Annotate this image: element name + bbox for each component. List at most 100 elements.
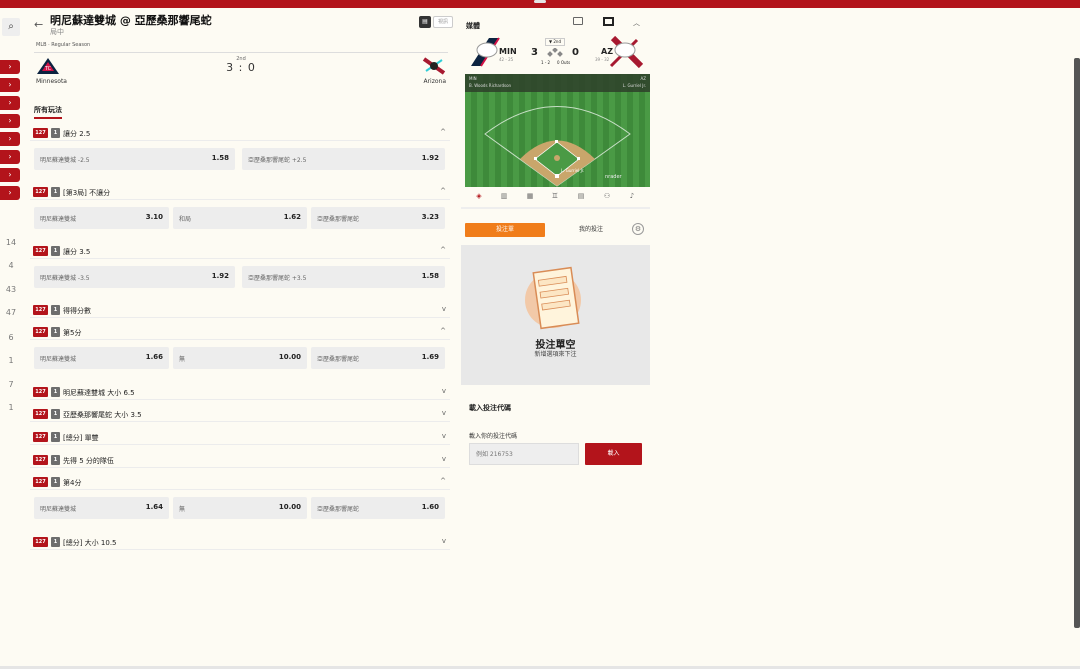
visualization-button[interactable]: 視訊 (433, 16, 453, 28)
right-panel: 媒體 ︿ MIN 42 - 25 3 ▼ 2nd 1 - 2 0 Outs 0 … (461, 8, 650, 480)
odds-button[interactable]: 明尼蘇達雙城 -2.5 1.58 (34, 148, 235, 170)
tab-my-bets[interactable]: 我的投注 (561, 223, 621, 237)
market: 127 1 先得 5 分的隊伍 v (30, 452, 450, 468)
market-header[interactable]: 127 1 [總分] 大小 10.5 v (30, 534, 450, 550)
empty-ticket-icon (525, 266, 581, 330)
odds-button[interactable]: 和局 1.62 (173, 207, 307, 229)
odds-button[interactable]: 亞歷桑那響尾蛇 +2.5 1.92 (242, 148, 445, 170)
chevron-down-icon[interactable]: v (442, 432, 446, 440)
odds-button[interactable]: 亞歷桑那響尾蛇 1.69 (311, 347, 445, 369)
back-arrow-icon[interactable]: ← (34, 18, 43, 31)
chevron-up-icon[interactable]: ^ (440, 128, 446, 136)
rail-sport-button[interactable]: › (0, 78, 20, 92)
away-record: 39 - 32 (595, 57, 610, 62)
market: 127 1 讓分 2.5 ^ 明尼蘇達雙城 -2.5 1.58 亞歷桑那響尾蛇 +2.5 1.… (30, 125, 450, 174)
market-header[interactable]: 127 1 亞歷桑那響尾蛇 大小 3.5 v (30, 406, 450, 422)
rail-sport-button[interactable]: › (0, 168, 20, 182)
market-title: 第4分 (63, 479, 82, 487)
odds-button[interactable]: 明尼蘇達雙城 1.66 (34, 347, 169, 369)
chevron-up-icon[interactable]: ^ (440, 187, 446, 195)
market-header[interactable]: 127 1 明尼蘇達雙城 大小 6.5 v (30, 384, 450, 400)
lineup-icon[interactable]: ▦ (525, 192, 535, 202)
tv-icon[interactable] (603, 17, 614, 26)
market-options: 明尼蘇達雙城 -3.5 1.92 亞歷桑那響尾蛇 +3.5 1.58 (30, 259, 450, 292)
baseball-field-visualization: MIN B. Woods Richardson AZ L. Gurriel Jr… (465, 74, 650, 187)
market-header[interactable]: 127 1 第4分 ^ (30, 474, 450, 490)
market-header[interactable]: 127 1 得得分數 v (30, 302, 450, 318)
rail-sport-button[interactable]: › (0, 132, 20, 146)
chevron-down-icon[interactable]: v (442, 409, 446, 417)
rail-sport-button[interactable]: › (0, 150, 20, 164)
stats-bar-icon[interactable]: ▥ (499, 192, 509, 202)
page-title: 明尼蘇達雙城 @ 亞歷桑那響尾蛇 (50, 14, 212, 27)
chat-icon[interactable] (573, 17, 583, 25)
chevron-down-icon[interactable]: v (442, 537, 446, 545)
rail-sport-button[interactable]: › (0, 186, 20, 200)
media-inning: ▼ 2nd (545, 38, 565, 46)
market: 127 1 第4分 ^ 明尼蘇達雙城 1.64 無 10.00 亞歷桑那響尾蛇 1.60 (30, 474, 450, 523)
home-record: 42 - 25 (499, 57, 514, 62)
rail-sport-button[interactable]: › (0, 114, 20, 128)
market: 127 1 明尼蘇達雙城 大小 6.5 v (30, 384, 450, 400)
score-box: TC Minnesota 2nd 3 : 0 Arizona (34, 52, 448, 90)
media-header: 媒體 ︿ (461, 8, 650, 34)
market-period-badge: 1 (51, 305, 60, 315)
market-options: 明尼蘇達雙城 -2.5 1.58 亞歷桑那響尾蛇 +2.5 1.92 (30, 141, 450, 174)
home-team-name: Minnesota (36, 78, 67, 85)
odds-button[interactable]: 亞歷桑那響尾蛇 3.23 (311, 207, 445, 229)
market-title: [第3局] 不讓分 (63, 189, 111, 197)
market-header[interactable]: 127 1 先得 5 分的隊伍 v (30, 452, 450, 468)
market-title: 讓分 3.5 (63, 248, 91, 256)
tracker-icon[interactable]: ◈ (474, 192, 484, 202)
market-period-badge: 1 (51, 537, 60, 547)
market-title: 亞歷桑那響尾蛇 大小 3.5 (63, 411, 142, 419)
tab-all-bets[interactable]: 所有玩法 (34, 105, 62, 119)
rail-sport-button[interactable]: › (0, 60, 20, 74)
market-id-badge: 127 (33, 537, 48, 547)
audio-icon[interactable]: ♪ (627, 192, 637, 202)
compare-icon[interactable]: ♊ (550, 192, 560, 202)
search-icon[interactable]: ⌕ (2, 18, 20, 36)
odds-button[interactable]: 無 10.00 (173, 497, 307, 519)
chevron-up-icon[interactable]: ︿ (633, 18, 640, 28)
scrollbar[interactable] (1074, 58, 1080, 628)
chevron-up-icon[interactable]: ^ (440, 246, 446, 254)
odds-label: 亞歷桑那響尾蛇 +2.5 (248, 157, 307, 164)
gear-icon[interactable]: ⚙ (632, 223, 644, 235)
odds-button[interactable]: 亞歷桑那響尾蛇 +3.5 1.58 (242, 266, 445, 288)
market-id-badge: 127 (33, 432, 48, 442)
market-title: 得得分數 (63, 307, 91, 315)
market-title: 先得 5 分的隊伍 (63, 457, 114, 465)
odds-button[interactable]: 明尼蘇達雙城 1.64 (34, 497, 169, 519)
market-id-badge: 127 (33, 477, 48, 487)
market-id-badge: 127 (33, 327, 48, 337)
odds-button[interactable]: 亞歷桑那響尾蛇 1.60 (311, 497, 445, 519)
table-icon[interactable]: ▤ (576, 192, 586, 202)
market-header[interactable]: 127 1 第5分 ^ (30, 324, 450, 340)
odds-button[interactable]: 明尼蘇達雙城 -3.5 1.92 (34, 266, 235, 288)
load-button[interactable]: 載入 (585, 443, 642, 465)
chevron-down-icon[interactable]: v (442, 305, 446, 313)
odds-value: 1.92 (421, 154, 439, 162)
chevron-up-icon[interactable]: ^ (440, 477, 446, 485)
players-icon[interactable]: ⚇ (602, 192, 612, 202)
odds-button[interactable]: 無 10.00 (173, 347, 307, 369)
market: 127 1 亞歷桑那響尾蛇 大小 3.5 v (30, 406, 450, 422)
home-runs: 3 (531, 47, 538, 58)
odds-button[interactable]: 明尼蘇達雙城 3.10 (34, 207, 169, 229)
stats-icon[interactable]: ▤ (419, 16, 431, 28)
bet-code-input[interactable] (469, 443, 579, 465)
chevron-down-icon[interactable]: v (442, 387, 446, 395)
rail-sport-button[interactable]: › (0, 96, 20, 110)
market-header[interactable]: 127 1 讓分 2.5 ^ (30, 125, 450, 141)
count: 1 - 2 (541, 60, 551, 65)
market: 127 1 [總分] 大小 10.5 v (30, 534, 450, 550)
betslip-tabs: 投注單 我的投注 ⚙ (461, 215, 650, 245)
market-header[interactable]: 127 1 [第3局] 不讓分 ^ (30, 184, 450, 200)
market-header[interactable]: 127 1 [總分] 單雙 v (30, 429, 450, 445)
market-header[interactable]: 127 1 讓分 3.5 ^ (30, 243, 450, 259)
chevron-up-icon[interactable]: ^ (440, 327, 446, 335)
market-title: [總分] 大小 10.5 (63, 539, 117, 547)
tab-betslip[interactable]: 投注單 (465, 223, 545, 237)
chevron-down-icon[interactable]: v (442, 455, 446, 463)
